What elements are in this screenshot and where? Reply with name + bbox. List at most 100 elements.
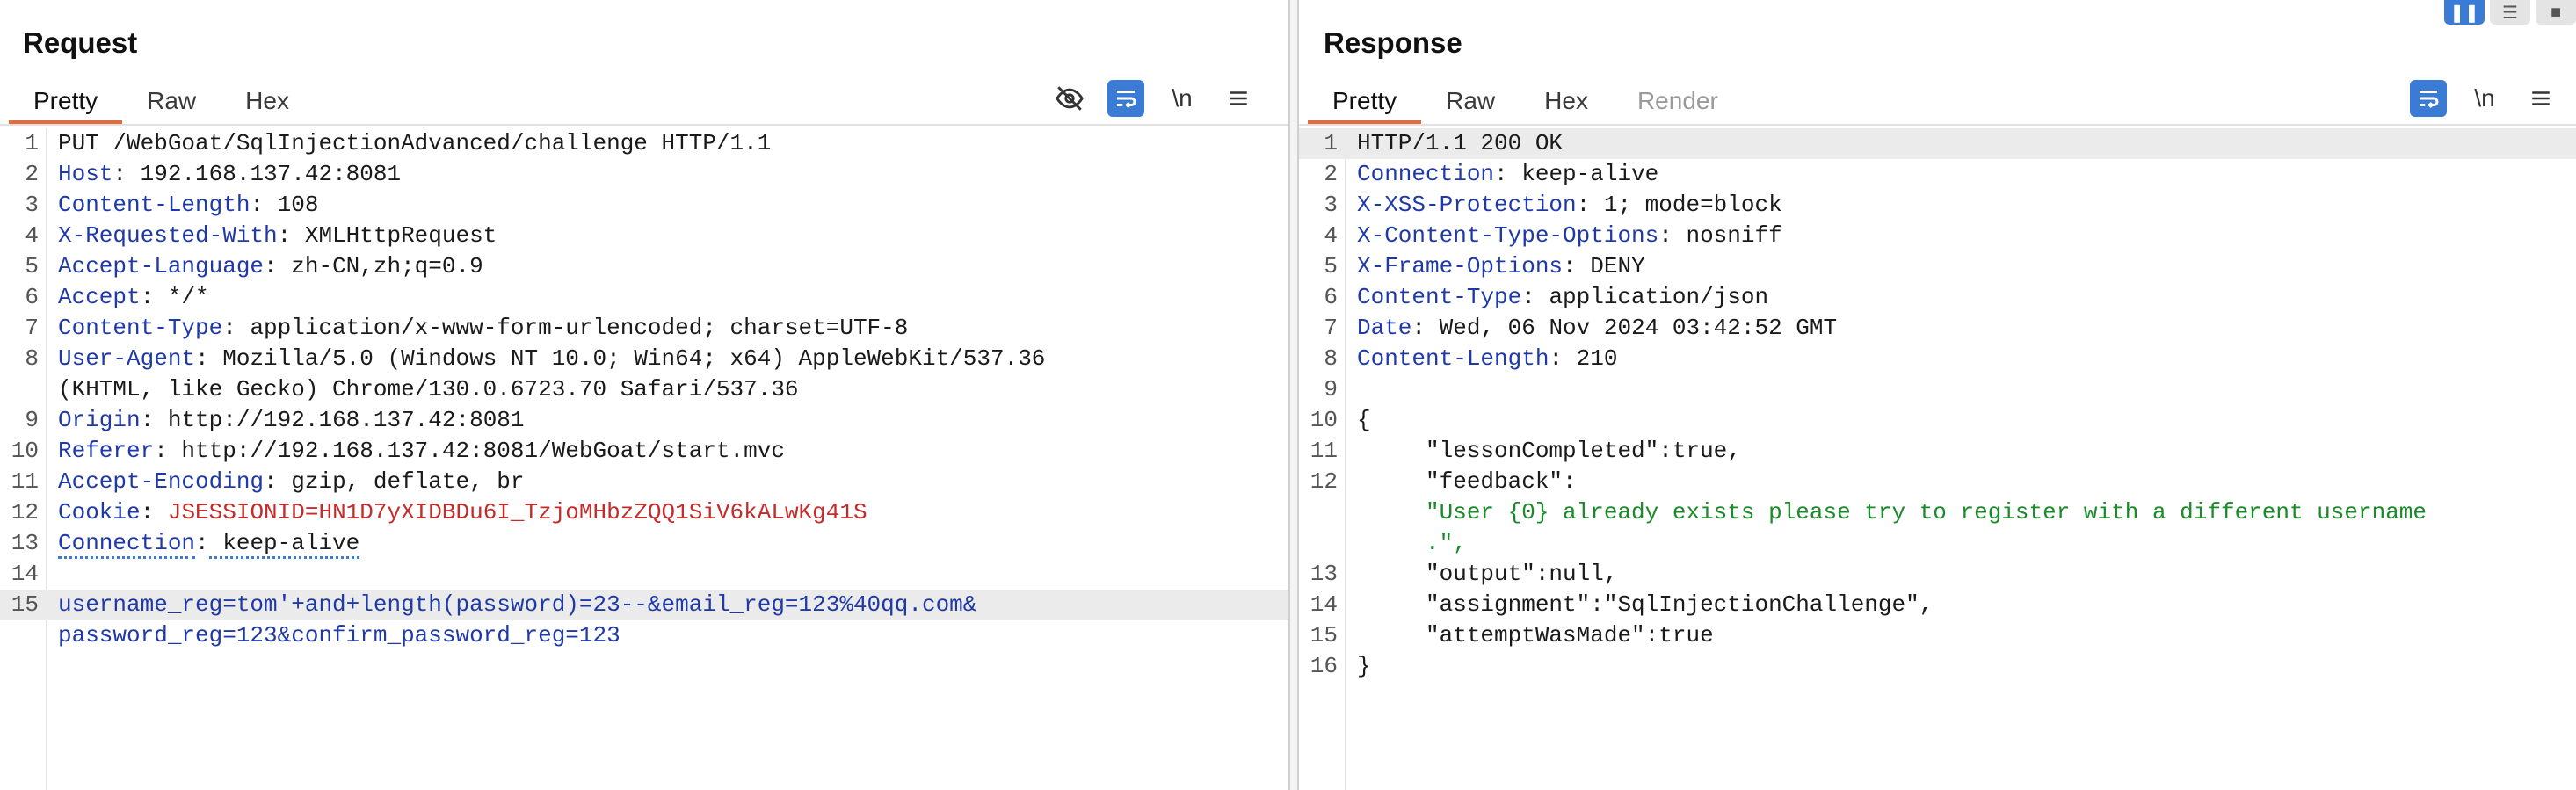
line-number: 2	[25, 161, 39, 187]
request-tabs-divider	[0, 124, 1288, 126]
line-content: Connection: keep-alive	[1357, 161, 1659, 187]
request-title: Request	[23, 26, 138, 59]
response-editor[interactable]: 1 HTTP/1.1 200 OK 2 Connection: keep-alive 3…	[1299, 128, 2576, 790]
header-value: nosniff	[1672, 222, 1782, 249]
line-number: 13	[1310, 561, 1338, 587]
header-name: Date	[1357, 315, 1412, 341]
header-value: Mozilla/5.0 (Windows NT 10.0; Win64; x64…	[208, 345, 1046, 372]
line-content: "output":null,	[1357, 559, 1617, 590]
line-number: 10	[1310, 407, 1338, 433]
response-line: 2 Connection: keep-alive	[1299, 159, 2576, 190]
newline-toggle[interactable]: \n	[2466, 80, 2503, 117]
header-name: Content-Type	[58, 315, 223, 341]
response-line: 15 "attemptWasMade":true	[1299, 620, 2576, 651]
single-pane-icon[interactable]: ■	[2536, 0, 2576, 25]
header-name: Referer	[58, 438, 155, 464]
line-text: }	[1357, 653, 1371, 679]
header-name: Host	[58, 161, 113, 187]
line-number: 0	[1299, 497, 1357, 528]
request-toolbar: \n	[1051, 80, 1257, 117]
response-line: 9	[1299, 374, 2576, 405]
response-line: 0 .",	[1299, 528, 2576, 559]
line-number: 7	[1324, 315, 1338, 341]
header-name: Cookie	[58, 499, 141, 525]
line-number: 2	[1324, 161, 1338, 187]
line-content: username_reg=tom'+and+length(password)=2…	[58, 590, 976, 620]
line-number: 14	[11, 561, 39, 587]
request-tab-raw[interactable]: Raw	[122, 81, 221, 125]
response-line: 16}	[1299, 651, 2576, 682]
line-number: 0	[0, 620, 58, 651]
request-pane: Request Pretty Raw Hex \n 1 PUT /WebGoat/…	[0, 0, 1288, 790]
response-pane: Response ❚❚ ☰ ■ Pretty Raw Hex Render \n…	[1299, 0, 2576, 790]
line-content: "User {0} already exists please try to r…	[1357, 497, 2427, 528]
line-number: 3	[1324, 192, 1338, 218]
line-text: (KHTML, like Gecko) Chrome/130.0.6723.70…	[58, 376, 799, 402]
request-line: 14	[0, 559, 1288, 590]
line-content: "attemptWasMade":true	[1357, 620, 1714, 651]
line-content: Content-Length: 210	[1357, 345, 1618, 372]
response-line: 10 {	[1299, 405, 2576, 436]
response-tab-raw[interactable]: Raw	[1421, 81, 1520, 125]
header-value: application/json	[1535, 284, 1769, 310]
request-editor[interactable]: 1 PUT /WebGoat/SqlInjectionAdvanced/chall…	[0, 128, 1288, 790]
line-text: "attemptWasMade":true	[1357, 622, 1714, 649]
line-number: 4	[1324, 222, 1338, 249]
request-line: 4 X-Requested-With: XMLHttpRequest	[0, 221, 1288, 251]
line-number: 15	[11, 591, 39, 618]
response-tab-pretty[interactable]: Pretty	[1308, 81, 1422, 125]
header-name: User-Agent	[58, 345, 196, 372]
response-tab-hex[interactable]: Hex	[1520, 81, 1613, 125]
header-value: XMLHttpRequest	[291, 222, 497, 249]
line-text: username_reg=tom'+and+length(password)=2…	[58, 591, 977, 618]
line-number: 1	[25, 130, 39, 156]
newline-toggle[interactable]: \n	[1164, 80, 1201, 117]
line-content: (KHTML, like Gecko) Chrome/130.0.6723.70…	[58, 374, 799, 405]
response-tab-render[interactable]: Render	[1613, 81, 1743, 125]
split-columns-icon[interactable]: ❚❚	[2444, 0, 2485, 25]
line-text: "feedback":	[1357, 468, 1577, 495]
request-tab-pretty[interactable]: Pretty	[9, 81, 123, 125]
response-line: 7 Date: Wed, 06 Nov 2024 03:42:52 GMT	[1299, 313, 2576, 344]
header-value: 108	[264, 192, 319, 218]
pane-splitter[interactable]	[1288, 0, 1299, 790]
split-rows-icon[interactable]: ☰	[2490, 0, 2530, 25]
line-number: 13	[11, 530, 39, 556]
menu-icon[interactable]	[1220, 80, 1257, 117]
wrap-icon[interactable]	[2410, 80, 2447, 117]
request-line: 8 User-Agent: Mozilla/5.0 (Windows NT 10.…	[0, 344, 1288, 374]
line-number: 8	[1324, 345, 1338, 372]
line-number: 12	[11, 499, 39, 525]
wrap-icon[interactable]	[1107, 80, 1144, 117]
line-content: Content-Length: 108	[58, 192, 319, 218]
line-text: password_reg=123&confirm_password_reg=12…	[58, 622, 620, 649]
line-content: User-Agent: Mozilla/5.0 (Windows NT 10.0…	[58, 345, 1046, 372]
request-line: 7 Content-Type: application/x-www-form-ur…	[0, 313, 1288, 344]
line-number: 8	[25, 345, 39, 372]
header-name: X-Requested-With	[58, 222, 278, 249]
request-tab-hex[interactable]: Hex	[221, 81, 314, 125]
line-content: Connection: keep-alive	[58, 528, 360, 559]
line-number: 9	[1324, 376, 1338, 402]
line-content: {	[1357, 405, 1371, 436]
header-name: Content-Length	[58, 192, 250, 218]
line-text: "lessonCompleted":true,	[1357, 438, 1741, 464]
line-content: Host: 192.168.137.42:8081	[58, 161, 402, 187]
line-text: PUT /WebGoat/SqlInjectionAdvanced/challe…	[58, 130, 772, 156]
line-content: Origin: http://192.168.137.42:8081	[58, 407, 525, 433]
eye-slash-icon[interactable]	[1051, 80, 1088, 117]
line-text: "assignment":"SqlInjectionChallenge",	[1357, 591, 1934, 618]
menu-icon[interactable]	[2522, 80, 2559, 117]
request-line: 2 Host: 192.168.137.42:8081	[0, 159, 1288, 190]
header-name: X-Content-Type-Options	[1357, 222, 1659, 249]
request-line: 15 username_reg=tom'+and+length(password)…	[0, 590, 1288, 620]
line-content: }	[1357, 651, 1371, 682]
line-number: 4	[25, 222, 39, 249]
header-name: Connection	[1357, 161, 1495, 187]
header-name: Accept-Language	[58, 253, 265, 279]
request-line: 0(KHTML, like Gecko) Chrome/130.0.6723.7…	[0, 374, 1288, 405]
header-name: X-XSS-Protection	[1357, 192, 1577, 218]
request-tabs: Pretty Raw Hex	[9, 81, 314, 125]
header-value: Wed, 06 Nov 2024 03:42:52 GMT	[1426, 315, 1838, 341]
header-value: keep-alive	[1507, 161, 1659, 187]
